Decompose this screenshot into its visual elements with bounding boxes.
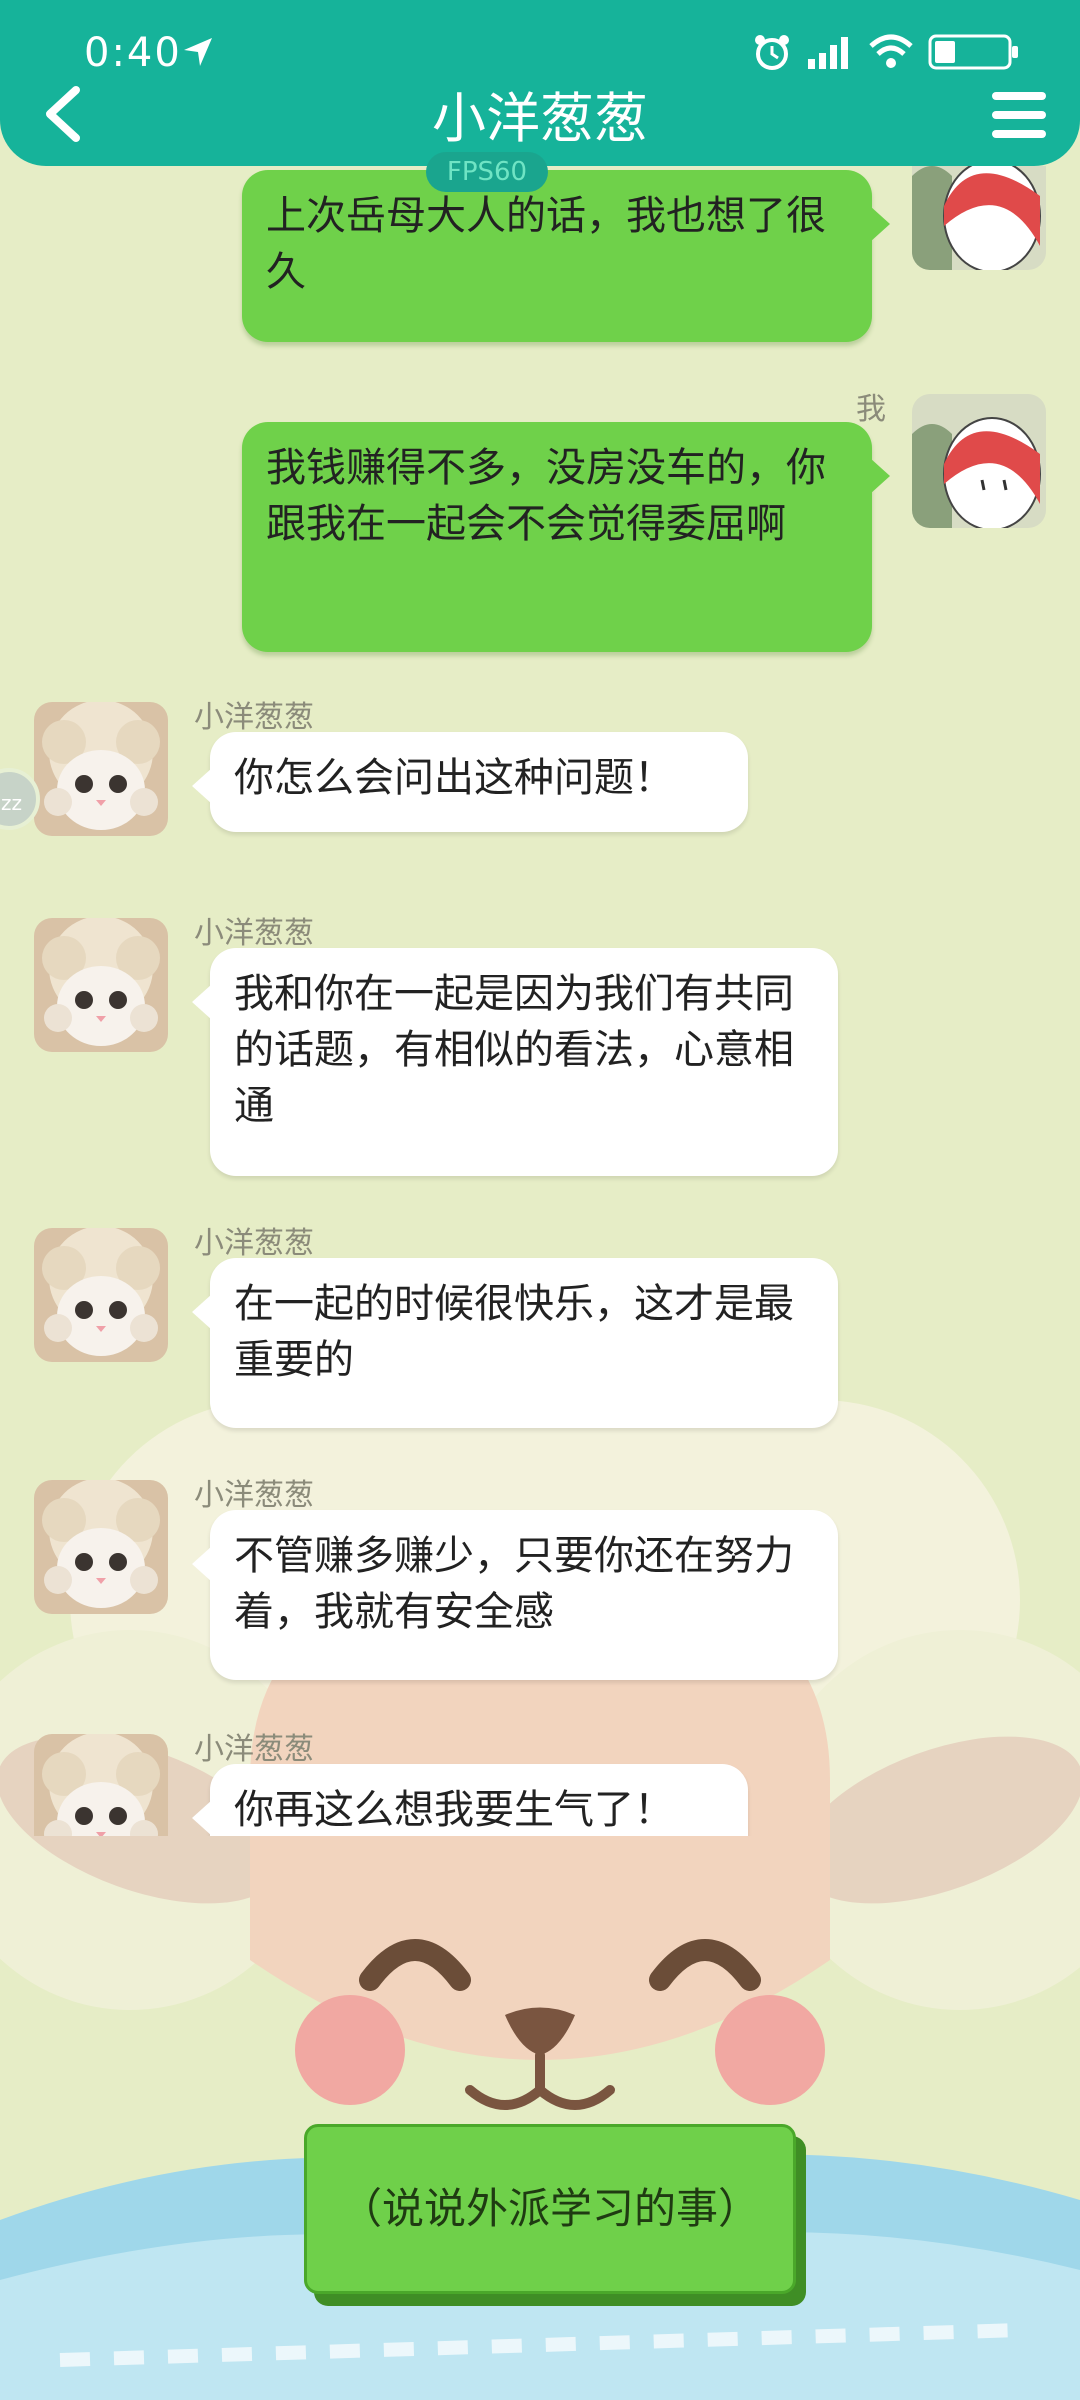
message-bubble-other: 不管赚多赚少，只要你还在努力着，我就有安全感 xyxy=(192,1510,838,1680)
sender-name: 小洋葱葱 xyxy=(194,700,314,735)
chat-title: 小洋葱葱 xyxy=(432,87,648,150)
message-text: 我钱赚得不多，没房没车的，你跟我在一起会不会觉得委屈啊 xyxy=(266,445,826,547)
message-text: 我和你在一起是因为我们有共同的话题，有相似的看法，心意相通 xyxy=(234,971,794,1129)
sender-name: 小洋葱葱 xyxy=(194,916,314,951)
message-bubble-me: 我钱赚得不多，没房没车的，你跟我在一起会不会觉得委屈啊 xyxy=(242,422,890,652)
sender-name: 小洋葱葱 xyxy=(194,1732,314,1767)
status-time: 0:40 xyxy=(84,30,182,76)
signal-icon xyxy=(808,37,848,69)
alarm-icon xyxy=(755,35,789,70)
avatar-other[interactable] xyxy=(34,1734,168,1836)
sender-name: 小洋葱葱 xyxy=(194,1478,314,1513)
message-bubble-other: 我和你在一起是因为我们有共同的话题，有相似的看法，心意相通 xyxy=(192,948,838,1176)
message-bubble-me: 上次岳母大人的话，我也想了很久 xyxy=(242,170,890,342)
message-bubble-other: 你怎么会问出这种问题！ xyxy=(192,732,748,832)
avatar-me[interactable] xyxy=(912,394,1046,528)
avatar-other[interactable] xyxy=(34,1228,168,1362)
sender-name: 我 xyxy=(856,392,886,427)
location-arrow-icon xyxy=(184,38,212,66)
message-text: 在一起的时候很快乐，这才是最重要的 xyxy=(234,1281,794,1383)
message-text: 你怎么会问出这种问题！ xyxy=(234,755,674,801)
avatar-other[interactable] xyxy=(34,702,168,836)
wifi-icon xyxy=(869,34,913,68)
reply-choice-button[interactable]: （说说外派学习的事） xyxy=(304,2124,796,2294)
chat-message-list[interactable]: zz 上次岳母大人的话，我也想了很久 我 我钱赚得不多，没房没车的，你跟我在一起… xyxy=(0,166,1080,1836)
message-bubble-other: 你再这么想我要生气了！ xyxy=(192,1764,748,1836)
sender-name: 小洋葱葱 xyxy=(194,1226,314,1261)
app-header: 0:40 小洋葱葱 xyxy=(0,0,1080,166)
avatar-other[interactable] xyxy=(34,918,168,1052)
avatar-other[interactable] xyxy=(34,1480,168,1614)
message-bubble-other: 在一起的时候很快乐，这才是最重要的 xyxy=(192,1258,838,1428)
status-icons xyxy=(752,32,1020,72)
menu-icon[interactable] xyxy=(990,88,1048,142)
avatar-me[interactable] xyxy=(912,166,1046,270)
message-text: 你再这么想我要生气了！ xyxy=(234,1787,674,1833)
battery-icon xyxy=(928,34,1018,70)
fps-badge: FPS60 xyxy=(426,152,548,192)
message-text: 上次岳母大人的话，我也想了很久 xyxy=(266,193,826,295)
message-text: 不管赚多赚少，只要你还在努力着，我就有安全感 xyxy=(234,1533,794,1635)
